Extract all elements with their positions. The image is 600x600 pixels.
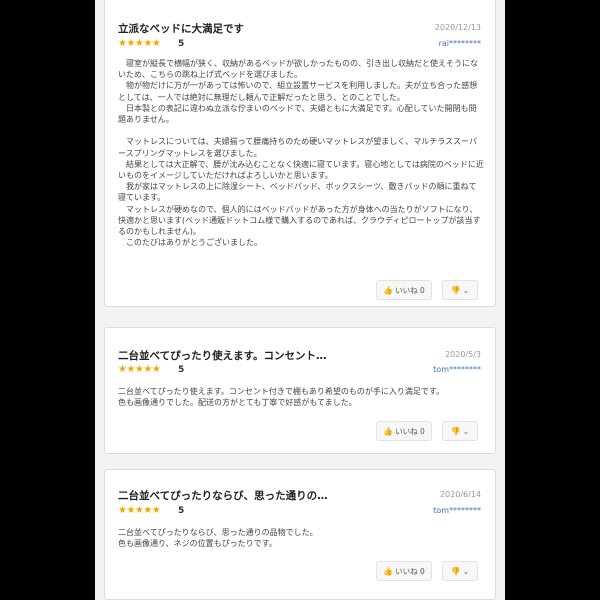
review-date: 2020/6/14: [439, 490, 481, 499]
like-label: いいね 0: [395, 285, 425, 295]
thumbs-down-icon: 👎: [450, 426, 461, 436]
review-card: 立派なベッドに大満足です 2020/12/13 ★★★★★ 5 rai*****…: [104, 0, 496, 307]
review-card: 二台並べてぴったりならび、思った通りの… 2020/6/14 ★★★★★ 5 t…: [104, 469, 496, 600]
reviewer-name[interactable]: tom********: [433, 365, 481, 374]
review-title: 二台並べてぴったり使えます。コンセント…: [118, 350, 327, 362]
reviews-panel: 立派なベッドに大満足です 2020/12/13 ★★★★★ 5 rai*****…: [95, 0, 505, 600]
review-body: 二台並べてぴったり使えます。コンセント付きで棚もあり希望のものが手に入り満足です…: [118, 386, 484, 408]
review-paragraph: 二台並べてぴったりならび、思った通りの品物でした。: [118, 528, 318, 537]
dislike-button[interactable]: 👎 ⌄: [442, 561, 478, 581]
reviewer-name[interactable]: rai********: [439, 39, 481, 48]
reviewer-name[interactable]: tom********: [433, 506, 481, 515]
review-paragraph: 結果としては大正解で、腰が沈み込むことなく快適に寝ています。寝心地としては病院の…: [118, 159, 484, 181]
star-rating: ★★★★★: [118, 505, 161, 516]
like-label: いいね 0: [395, 566, 425, 576]
like-button[interactable]: 👍 いいね 0: [376, 280, 432, 300]
like-button[interactable]: 👍 いいね 0: [376, 561, 432, 581]
review-paragraph: [118, 125, 484, 136]
review-card: 二台並べてぴったり使えます。コンセント… 2020/5/3 ★★★★★ 5 to…: [104, 327, 496, 454]
thumbs-up-icon: 👍: [383, 285, 394, 295]
review-paragraph: 日本製との表記に違わぬ立派な佇まいのベッドで、夫婦ともに大満足です。心配していた…: [118, 103, 477, 125]
review-date: 2020/5/3: [445, 350, 481, 359]
review-paragraph: 物が物だけに万が一があっては怖いので、組立設置サービスを利用しました。夫が立ち合…: [118, 81, 478, 102]
thumbs-up-icon: 👍: [383, 426, 394, 436]
review-paragraph: 色も画像通り、ネジの位置もぴったりです。: [118, 539, 277, 549]
rating-value: 5: [178, 506, 185, 516]
review-paragraph: マットレスが硬めなので、個人的にはベッドパッドがあった方が身体への当たりがソフト…: [118, 204, 481, 237]
review-body: 寝室が縦長で横幅が狭く、収納があるベッドが欲しかったものの、引き出し収納だと使え…: [118, 58, 484, 248]
rating-value: 5: [178, 39, 185, 49]
star-rating: ★★★★★: [118, 364, 161, 375]
chevron-down-icon: ⌄: [462, 285, 470, 295]
dislike-button[interactable]: 👎 ⌄: [442, 280, 478, 300]
review-paragraph: 色も画像通りでした。配送の方がとても丁寧で好感がもてました。: [118, 398, 357, 408]
like-label: いいね 0: [395, 426, 425, 436]
like-button[interactable]: 👍 いいね 0: [376, 421, 432, 441]
review-paragraph: このたびはありがとうございました。: [118, 238, 262, 248]
thumbs-down-icon: 👎: [450, 285, 461, 295]
chevron-down-icon: ⌄: [462, 566, 470, 576]
review-date: 2020/12/13: [434, 23, 481, 32]
review-title: 二台並べてぴったりならび、思った通りの…: [118, 490, 328, 502]
rating-value: 5: [178, 365, 185, 375]
review-paragraph: 二台並べてぴったり使えます。コンセント付きで棚もあり希望のものが手に入り満足です…: [118, 387, 445, 396]
review-paragraph: 寝室が縦長で横幅が狭く、収納があるベッドが欲しかったものの、引き出し収納だと使え…: [118, 59, 478, 80]
review-paragraph: 我が家はマットレスの上に除湿シート、ベッドパッド、ボックスシーツ、敷きパッドの順…: [118, 182, 477, 203]
dislike-button[interactable]: 👎 ⌄: [442, 421, 478, 441]
thumbs-up-icon: 👍: [383, 566, 394, 576]
review-paragraph: マットレスについては、夫婦揃って腰痛持ちのため硬いマットレスが望ましく、マルチラ…: [118, 137, 477, 158]
chevron-down-icon: ⌄: [462, 426, 470, 436]
thumbs-down-icon: 👎: [450, 566, 461, 576]
star-rating: ★★★★★: [118, 38, 161, 49]
review-body: 二台並べてぴったりならび、思った通りの品物でした。 色も画像通り、ネジの位置もぴ…: [118, 527, 484, 549]
review-title: 立派なベッドに大満足です: [118, 23, 244, 35]
